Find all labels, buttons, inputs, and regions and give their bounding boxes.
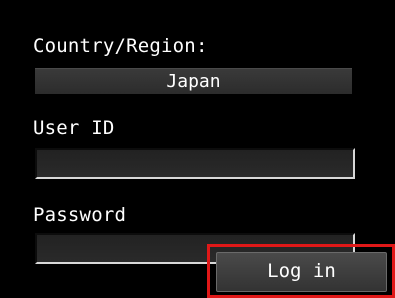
user-id-field[interactable]: [35, 148, 355, 179]
country-region-label: Country/Region:: [33, 35, 208, 57]
login-button[interactable]: Log in: [216, 252, 387, 292]
user-id-label: User ID: [33, 117, 115, 139]
country-region-value[interactable]: Japan: [35, 68, 352, 94]
password-label: Password: [33, 204, 127, 226]
login-screen: Country/Region: Japan User ID Password L…: [0, 0, 395, 298]
